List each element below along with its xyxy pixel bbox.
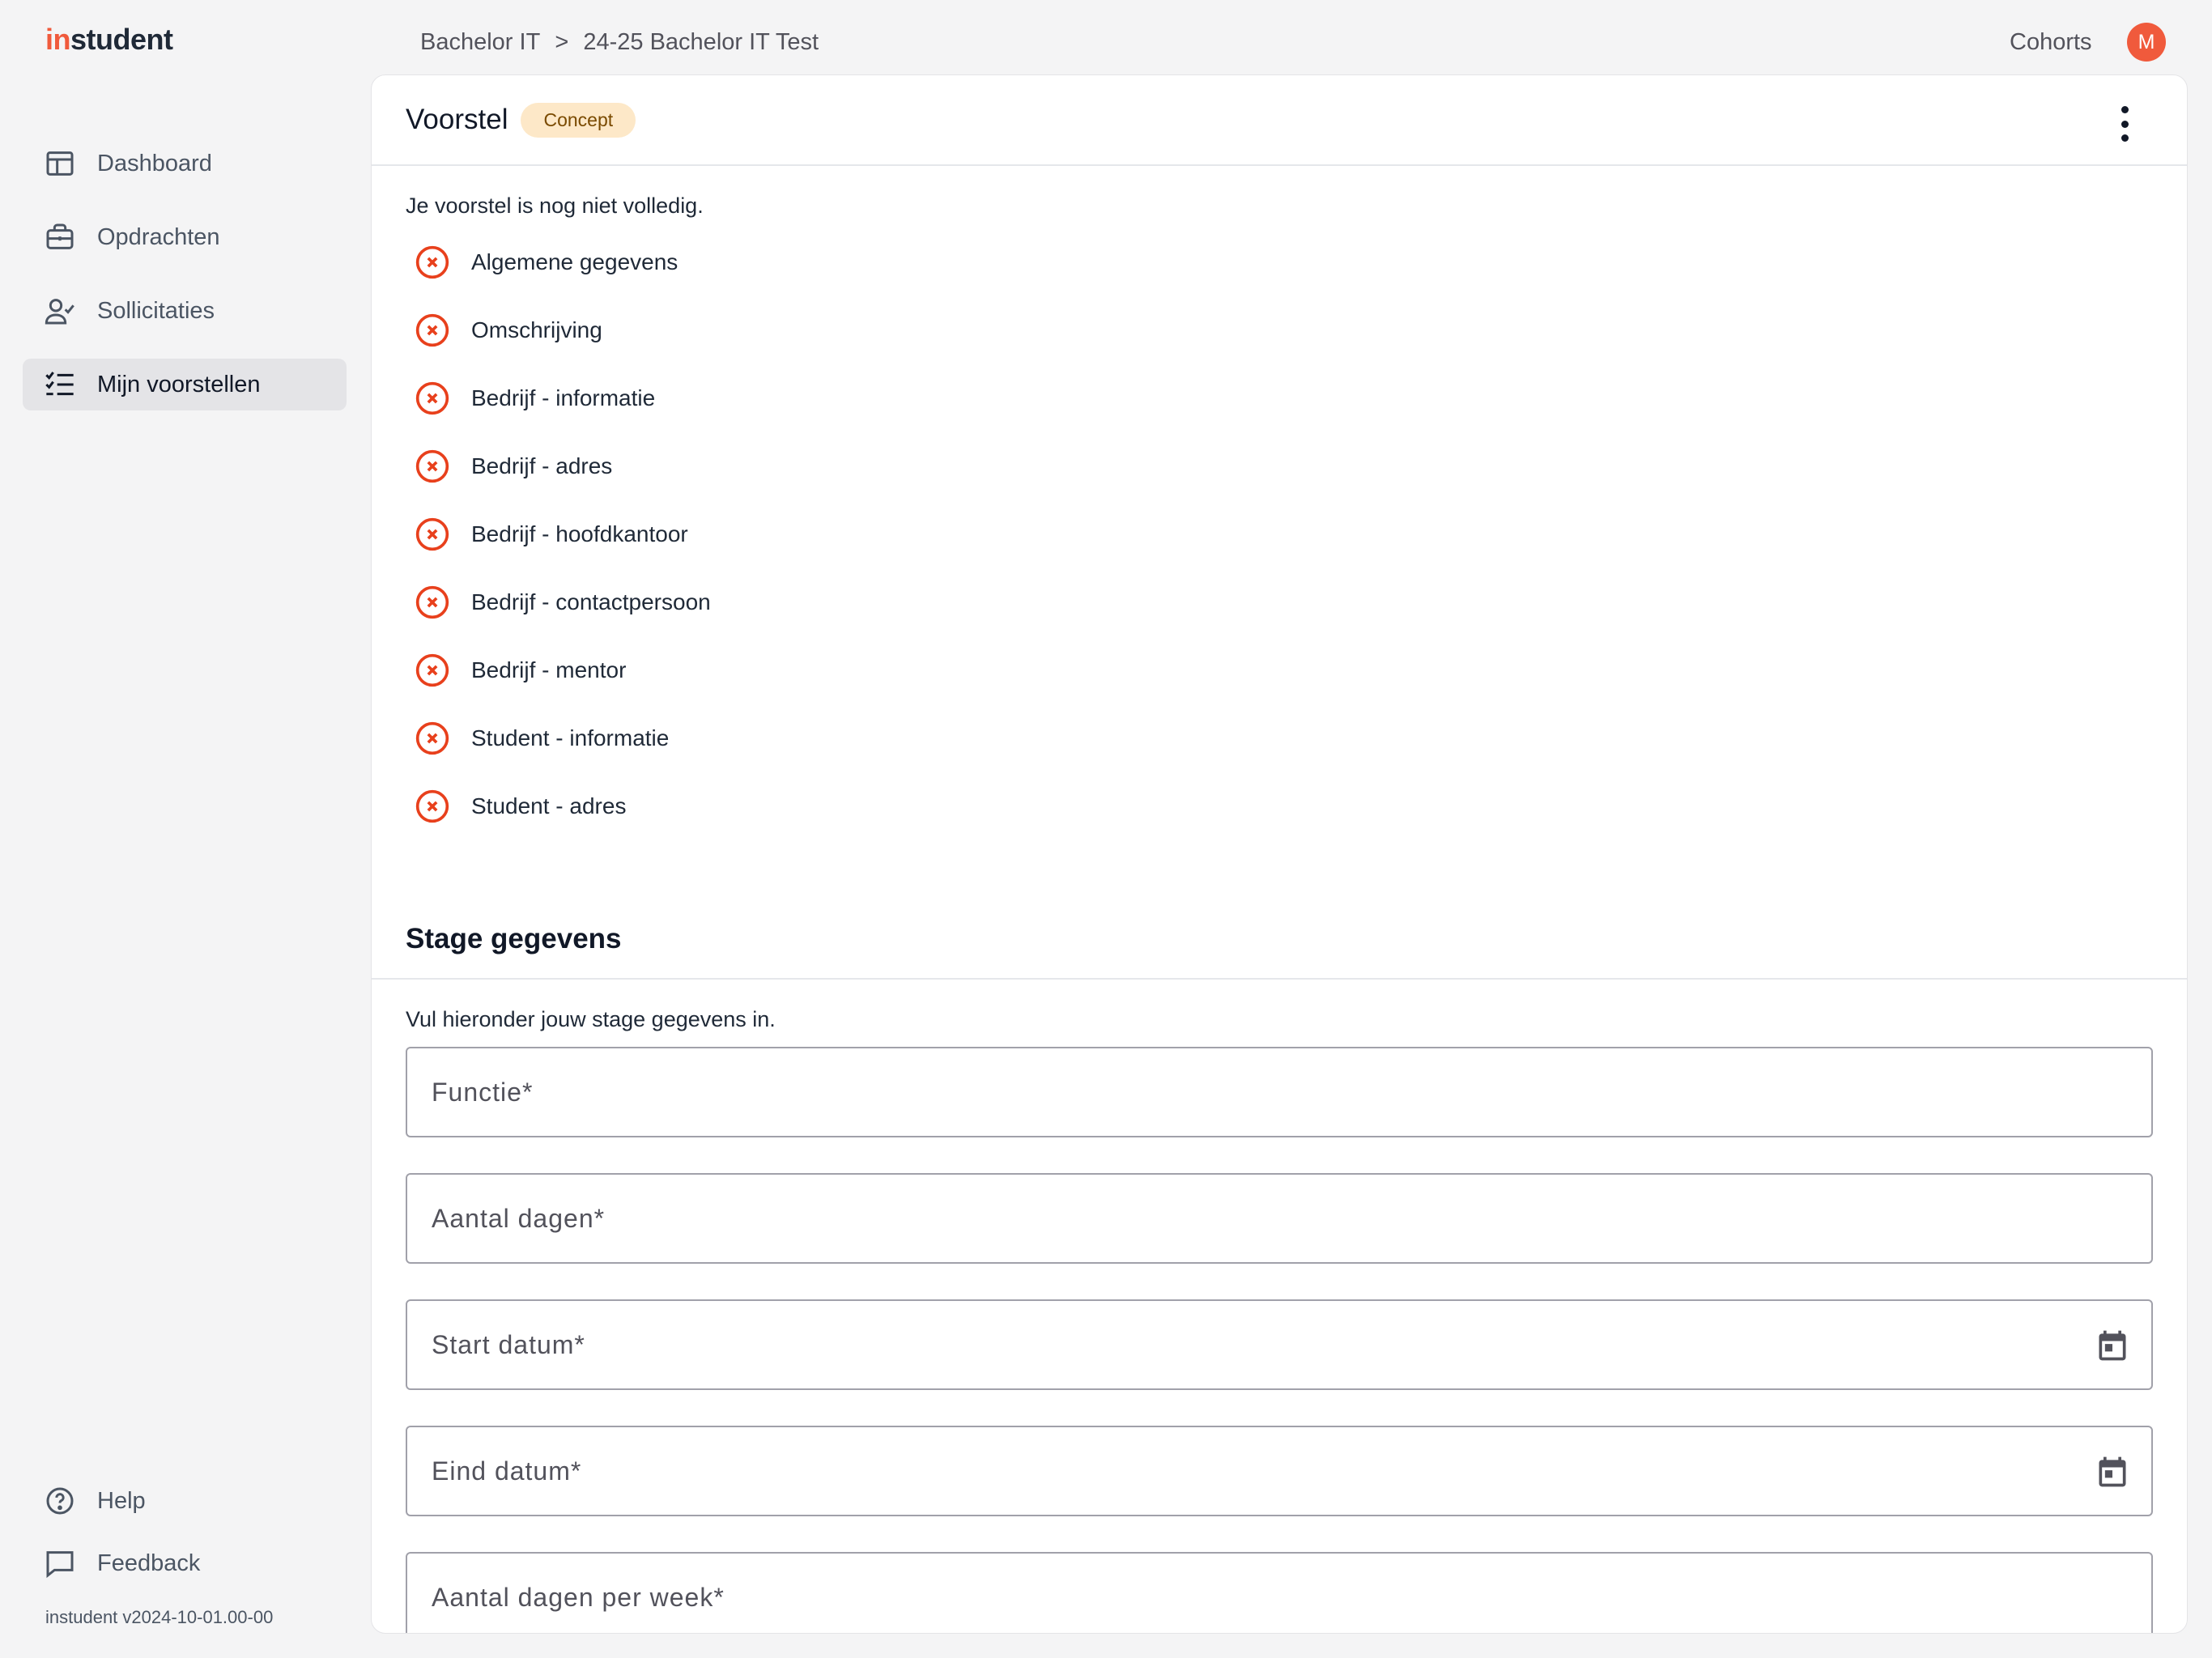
list-check-icon: [45, 372, 74, 396]
list-item-label: Bedrijf - informatie: [471, 385, 656, 410]
list-item: Bedrijf - informatie: [406, 364, 2153, 432]
status-badge: Concept: [521, 102, 636, 138]
start-datum-input[interactable]: [407, 1301, 2151, 1388]
sidebar-bottom: Help Feedback: [23, 1475, 347, 1600]
sidebar-item-mijn-voorstellen[interactable]: Mijn voorstellen: [23, 359, 347, 410]
error-circle-icon: [415, 313, 449, 347]
cohorts-link[interactable]: Cohorts: [2010, 29, 2092, 56]
completeness-intro: Je voorstel is nog niet volledig.: [406, 193, 704, 218]
logo-text: student: [70, 23, 173, 56]
section-intro: Vul hieronder jouw stage gegevens in.: [406, 1007, 776, 1031]
sidebar-item-label: Sollicitaties: [97, 297, 215, 324]
sidebar-nav: Dashboard Opdrachten Sollicitaties Mijn …: [23, 138, 347, 432]
sidebar-item-label: Feedback: [97, 1550, 201, 1576]
section-header: Stage gegevens: [372, 873, 2187, 980]
list-item: Omschrijving: [406, 296, 2153, 364]
start-datum-field[interactable]: Start datum*: [406, 1299, 2153, 1390]
sidebar-item-label: Mijn voorstellen: [97, 371, 261, 397]
aantal-dagen-input[interactable]: [407, 1175, 2151, 1262]
sidebar-item-label: Dashboard: [97, 150, 212, 176]
kebab-dot: [2121, 106, 2129, 113]
list-item-label: Omschrijving: [471, 317, 602, 342]
list-item: Algemene gegevens: [406, 228, 2153, 296]
error-circle-icon: [415, 449, 449, 483]
dagen-per-week-field[interactable]: Aantal dagen per week*: [406, 1552, 2153, 1633]
list-item: Student - informatie: [406, 704, 2153, 772]
functie-input[interactable]: [407, 1048, 2151, 1136]
list-item-label: Student - adres: [471, 793, 627, 818]
section-title: Stage gegevens: [406, 923, 622, 954]
avatar[interactable]: M: [2127, 23, 2166, 62]
dagen-per-week-input[interactable]: [407, 1554, 2151, 1633]
list-item-label: Student - informatie: [471, 725, 670, 750]
list-item-label: Bedrijf - contactpersoon: [471, 589, 711, 614]
list-item-label: Algemene gegevens: [471, 249, 678, 274]
eind-datum-input[interactable]: [407, 1427, 2151, 1515]
calendar-icon[interactable]: [2095, 1454, 2130, 1490]
app-version: instudent v2024-10-01.00-00: [45, 1607, 274, 1627]
card-header: Voorstel Concept: [372, 75, 2187, 166]
list-item: Bedrijf - mentor: [406, 636, 2153, 704]
kebab-dot: [2121, 134, 2129, 142]
more-options-button[interactable]: [2119, 106, 2130, 142]
message-square-icon: [46, 1551, 74, 1579]
list-item: Student - adres: [406, 772, 2153, 840]
calendar-icon[interactable]: [2095, 1328, 2130, 1363]
error-circle-icon: [415, 245, 449, 279]
completeness-section: Je voorstel is nog niet volledig. Algeme…: [372, 193, 2187, 840]
breadcrumb-separator: >: [555, 29, 569, 55]
error-circle-icon: [415, 721, 449, 755]
page-title: Voorstel: [406, 104, 508, 135]
list-item: Bedrijf - contactpersoon: [406, 568, 2153, 636]
user-check-icon: [45, 299, 74, 325]
list-item: Bedrijf - hoofdkantoor: [406, 500, 2153, 568]
list-item-label: Bedrijf - mentor: [471, 657, 627, 682]
error-circle-icon: [415, 517, 449, 551]
sidebar-item-feedback[interactable]: Feedback: [23, 1537, 347, 1589]
help-circle-icon: [46, 1487, 74, 1515]
breadcrumb-program[interactable]: Bachelor IT: [420, 29, 540, 55]
error-circle-icon: [415, 653, 449, 687]
list-item: Bedrijf - adres: [406, 432, 2153, 500]
proposal-card: Voorstel Concept Je voorstel is nog niet…: [371, 74, 2188, 1634]
logo-prefix: in: [45, 23, 71, 56]
sidebar-item-dashboard[interactable]: Dashboard: [23, 138, 347, 189]
eind-datum-field[interactable]: Eind datum*: [406, 1426, 2153, 1516]
sidebar-item-label: Help: [97, 1487, 146, 1514]
aantal-dagen-field[interactable]: Aantal dagen*: [406, 1173, 2153, 1264]
breadcrumb-cohort[interactable]: 24-25 Bachelor IT Test: [583, 29, 819, 55]
error-circle-icon: [415, 789, 449, 823]
sidebar-item-opdrachten[interactable]: Opdrachten: [23, 211, 347, 263]
sidebar-item-label: Opdrachten: [97, 223, 220, 250]
sidebar-item-sollicitaties[interactable]: Sollicitaties: [23, 285, 347, 337]
layout-icon: [46, 151, 74, 176]
breadcrumb: Bachelor IT > 24-25 Bachelor IT Test: [420, 29, 827, 56]
error-circle-icon: [415, 585, 449, 619]
missing-items-list: Algemene gegevens Omschrijving Bedrijf -…: [406, 228, 2153, 840]
briefcase-icon: [46, 223, 74, 249]
list-item-label: Bedrijf - adres: [471, 453, 613, 478]
functie-field[interactable]: Functie*: [406, 1047, 2153, 1137]
error-circle-icon: [415, 381, 449, 415]
internship-form: Functie* Aantal dagen* Start datum* Eind…: [372, 1047, 2187, 1633]
app-logo[interactable]: instudent: [45, 23, 173, 57]
list-item-label: Bedrijf - hoofdkantoor: [471, 521, 688, 546]
sidebar-item-help[interactable]: Help: [23, 1475, 347, 1527]
kebab-dot: [2121, 120, 2129, 128]
